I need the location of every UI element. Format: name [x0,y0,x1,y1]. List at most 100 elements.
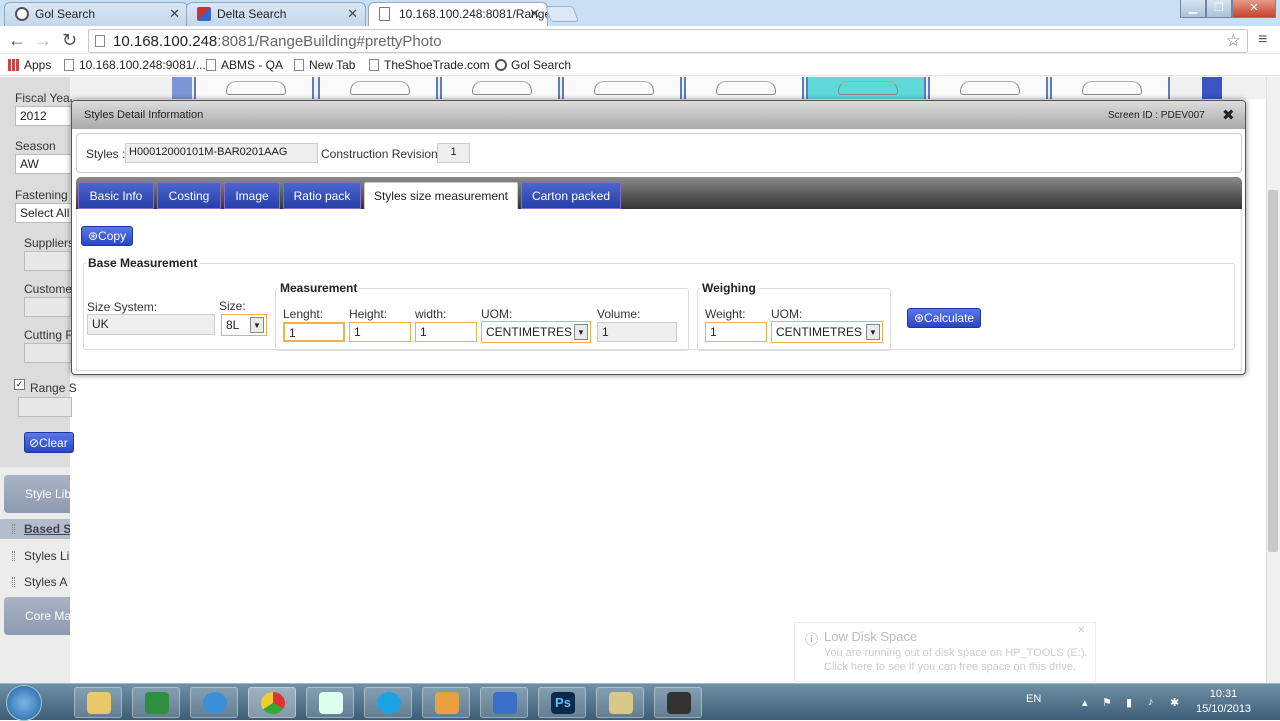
bookmark-theshoetrade[interactable]: TheShoeTrade.com [369,58,490,72]
scrollbar-thumb[interactable] [1268,190,1278,552]
shoe-thumbnail[interactable] [440,77,560,99]
browser-tab-delta-search[interactable]: Delta Search ✕ [186,2,366,26]
taskbar-photoshop[interactable]: Ps [538,687,586,718]
tool-icon [667,692,691,714]
shoe-thumbnail[interactable] [194,77,314,99]
taskbar-remote-desktop[interactable] [480,687,528,718]
back-arrow-icon[interactable]: ← [8,30,26,50]
browser-tab-gol-search[interactable]: Gol Search ✕ [4,2,188,26]
calculate-button[interactable]: ⊛Calculate [907,308,982,328]
browser-tab-range-building[interactable]: 10.168.100.248:8081/Range ✕ [368,2,548,26]
volume-label: Volume: [597,307,641,321]
season-select[interactable]: AW [15,154,73,174]
bookmark-abms-qa[interactable]: ABMS - QA [206,58,283,72]
tray-network-icon[interactable]: ✱ [1170,696,1179,709]
maximize-window-button[interactable]: ❐ [1206,0,1232,18]
suppliers-select[interactable] [24,251,72,271]
range-checkbox[interactable]: ✓ [14,379,25,390]
menu-label: Styles A [24,575,68,589]
tab-image[interactable]: Image [224,182,280,209]
bookmark-star-icon[interactable]: ☆ [1226,31,1241,51]
tray-arrow-icon[interactable]: ▴ [1082,696,1088,709]
tab-basic-info[interactable]: Basic Info [78,182,154,209]
thumbnail-next-button[interactable] [1202,77,1222,99]
taskbar-skype[interactable] [364,687,412,718]
fastening-select[interactable]: Select All [15,203,73,223]
range-select[interactable] [18,397,72,417]
close-tab-icon[interactable]: ✕ [529,6,540,22]
bookmark-ip-9081[interactable]: 10.168.100.248:9081/... [64,58,206,72]
page-icon [379,7,390,21]
address-bar[interactable]: 10.168.100.248:8081/RangeBuilding#pretty… [88,29,1248,53]
delta-icon [197,7,211,21]
tab-carton-packed[interactable]: Carton packed [521,182,621,209]
shoe-thumbnail-selected[interactable] [806,77,926,99]
tab-costing[interactable]: Costing [157,182,221,209]
taskbar-folder-app[interactable] [596,687,644,718]
menu-style-library[interactable]: Style Libr [4,475,70,513]
shoe-thumbnail[interactable] [318,77,438,99]
range-label: Range S [30,381,77,395]
minimize-window-button[interactable]: ▁ [1180,0,1206,18]
taskbar-stock[interactable] [132,687,180,718]
page-icon [369,59,379,71]
menu-icon[interactable]: ≡ [1258,30,1267,50]
close-icon[interactable]: ✕ [1077,625,1085,636]
language-indicator[interactable]: EN [1026,693,1041,705]
bookmark-gol-search[interactable]: Gol Search [495,58,571,72]
close-window-button[interactable]: ✕ [1232,0,1276,18]
weighing-legend: Weighing [702,281,756,295]
close-tab-icon[interactable]: ✕ [169,6,180,22]
menu-based-section[interactable]: Based S [0,519,70,539]
shoe-thumbnail[interactable] [562,77,682,99]
weight-input[interactable]: 1 [705,322,767,342]
fiscal-year-select[interactable]: 2012 [15,106,73,126]
taskbar-wifi-app[interactable] [306,687,354,718]
customer-select[interactable] [24,297,72,317]
low-disk-space-notification[interactable]: ⓘ Low Disk Space You are running out of … [794,622,1096,682]
taskbar-outlook[interactable] [422,687,470,718]
new-tab-button[interactable] [545,6,579,22]
system-clock[interactable]: 10:31 15/10/2013 [1196,687,1251,717]
shoe-thumbnail[interactable] [928,77,1048,99]
menu-core-master[interactable]: Core Ma [4,597,70,635]
construction-revision-field: 1 [437,143,470,163]
grip-icon [12,524,15,534]
taskbar-chrome[interactable] [248,687,296,718]
shoe-thumbnail[interactable] [1050,77,1170,99]
skype-icon [377,692,401,714]
tray-flag-icon[interactable]: ⚑ [1102,696,1112,709]
bookmark-apps[interactable]: Apps [8,58,51,72]
close-dialog-icon[interactable]: ✖ [1222,106,1235,124]
clear-button[interactable]: ⊘Clear [24,432,74,453]
reload-icon[interactable]: ↻ [62,30,77,50]
height-label: Height: [349,307,388,321]
length-input[interactable]: 1 [283,322,345,342]
weight-uom-select[interactable]: CENTIMETRES ▼ [771,321,883,343]
height-input[interactable]: 1 [349,322,411,342]
tab-styles-size-measurement[interactable]: Styles size measurement [364,182,518,210]
cutting-select[interactable] [24,343,72,363]
gol-icon [15,7,29,21]
size-select[interactable]: 8L ▼ [221,314,267,336]
style-info-row: Styles : H00012000101M-BAR0201AAG Constr… [76,133,1242,173]
url-host: 10.168.100.248 [113,33,218,50]
clock-date: 15/10/2013 [1196,703,1252,715]
menu-styles-list[interactable]: Styles Li [0,545,70,567]
tray-volume-icon[interactable]: ♪ [1148,696,1154,708]
width-input[interactable]: 1 [415,322,477,342]
copy-button[interactable]: ⊛Copy [81,226,134,246]
uom-select[interactable]: CENTIMETRES ▼ [481,321,591,343]
tray-battery-icon[interactable]: ▮ [1126,696,1132,709]
tab-ratio-pack[interactable]: Ratio pack [283,182,361,209]
taskbar-explorer[interactable] [74,687,122,718]
taskbar-ie[interactable] [190,687,238,718]
menu-styles-add[interactable]: Styles A [0,571,70,593]
close-tab-icon[interactable]: ✕ [347,6,358,22]
dropdown-arrow-icon: ▼ [866,324,880,340]
taskbar-tool[interactable] [654,687,702,718]
forward-arrow-icon[interactable]: → [34,30,52,50]
bookmark-new-tab[interactable]: New Tab [294,58,355,72]
shoe-thumbnail[interactable] [684,77,804,99]
start-button[interactable] [6,685,42,721]
